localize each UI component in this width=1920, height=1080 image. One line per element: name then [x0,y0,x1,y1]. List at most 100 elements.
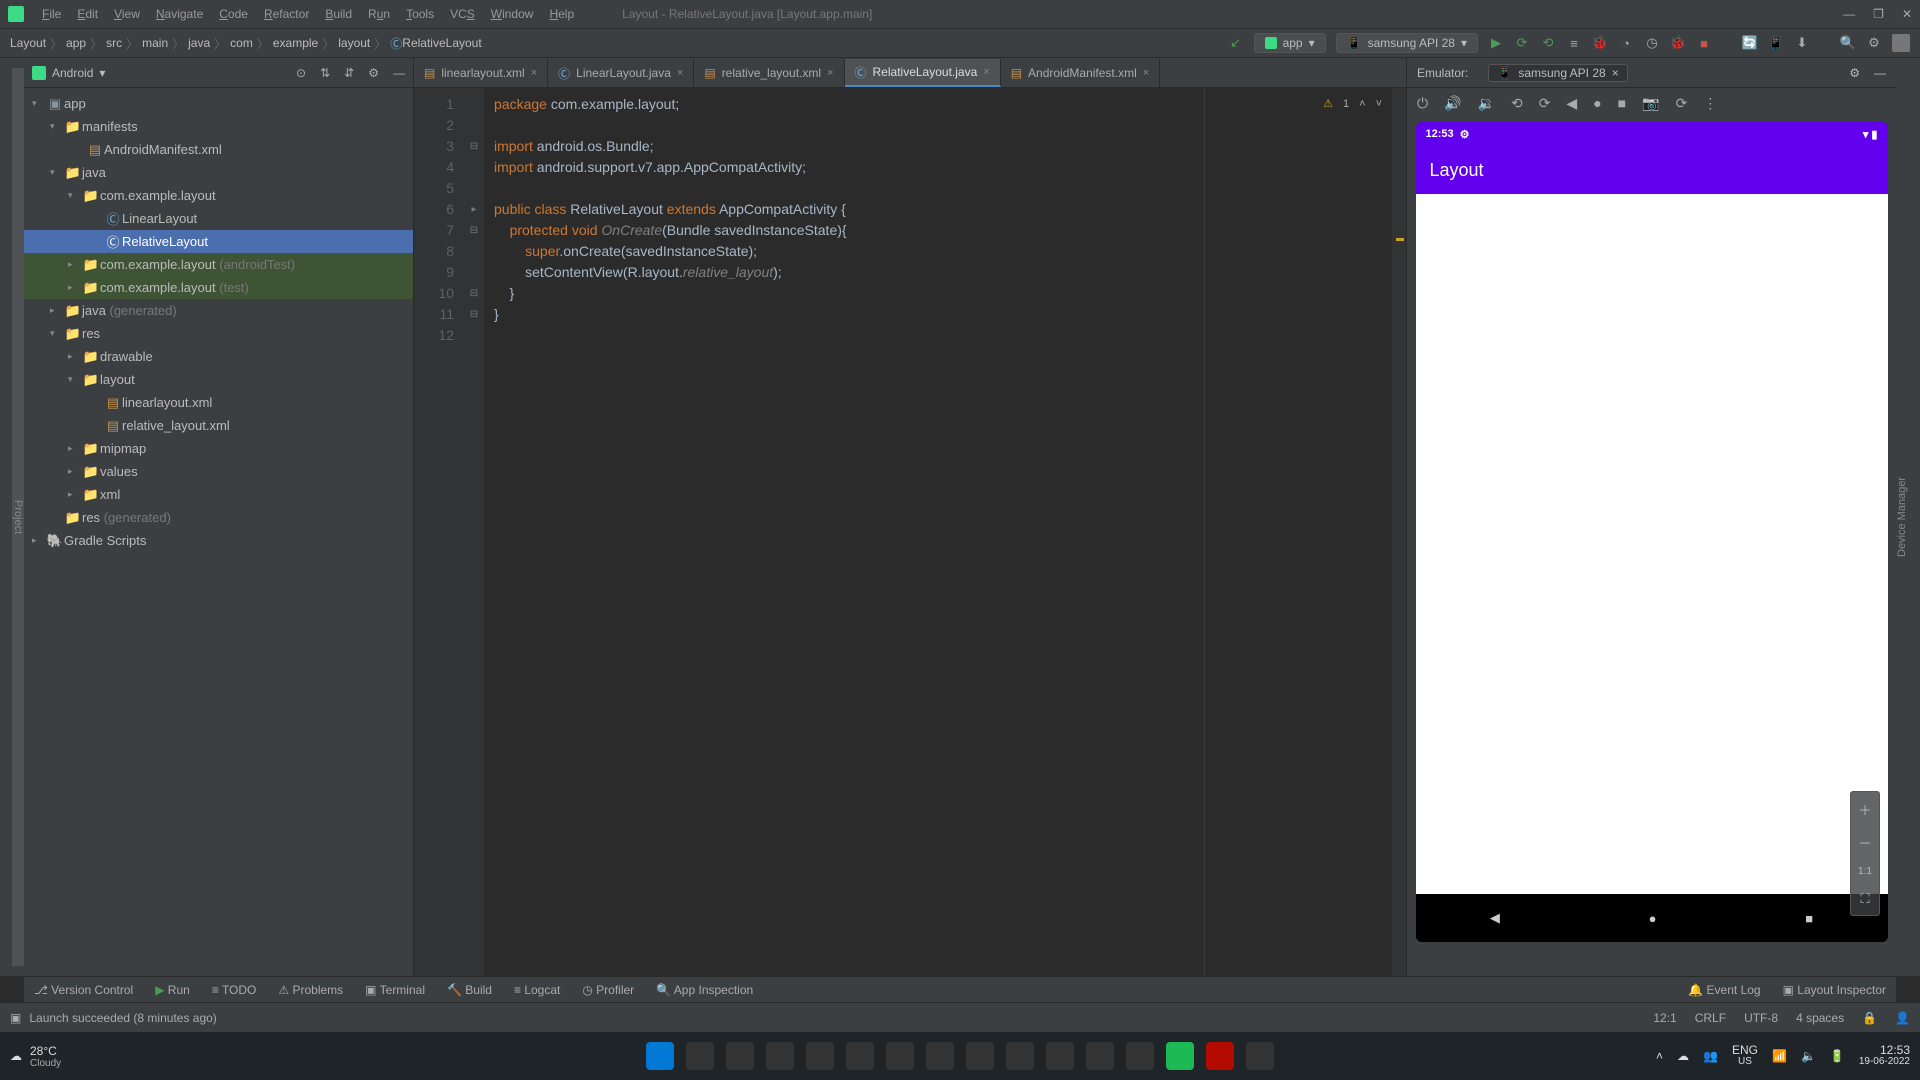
maximize-icon[interactable]: ❐ [1873,7,1884,21]
close-icon[interactable]: × [1143,67,1149,79]
taskbar-app-icon[interactable] [766,1042,794,1070]
tree-values[interactable]: ▸📁values [24,460,413,483]
close-icon[interactable]: × [677,67,683,79]
taskbar-app-icon[interactable] [1086,1042,1114,1070]
emulator-device-tab[interactable]: 📱samsung API 28× [1488,64,1627,82]
tree-relative-layout[interactable]: ⒸRelativeLayout [24,230,413,253]
code-area[interactable]: 123456789101112 ⊟▸⊟⊟⊟ package com.exampl… [414,88,1406,976]
tree-linearlayout-xml[interactable]: ▤linearlayout.xml [24,391,413,414]
menu-code[interactable]: Code [211,7,256,21]
next-highlight-icon[interactable]: ˅ [1376,94,1382,115]
phone-back-icon[interactable]: ◀ [1490,910,1500,926]
sdk-manager-icon[interactable]: ⬇ [1794,35,1810,51]
phone-frame[interactable]: 12:53 ⚙ ▾ ▮ Layout ◀ ● ■ [1416,122,1888,942]
tool-run[interactable]: ▶ Run [155,983,190,997]
tool-logcat[interactable]: ≡ Logcat [514,983,560,997]
start-icon[interactable] [646,1042,674,1070]
tab-linearlayout-java[interactable]: ⒸLinearLayout.java× [548,59,694,87]
menu-vcs[interactable]: VCS [442,7,483,21]
tree-res-generated[interactable]: 📁res (generated) [24,506,413,529]
tool-todo[interactable]: ≡ TODO [212,983,257,997]
run-icon[interactable]: ▶ [1488,35,1504,51]
tree-drawable[interactable]: ▸📁drawable [24,345,413,368]
apply-changes-icon[interactable]: ⟳ [1514,35,1530,51]
pdf-icon[interactable] [1206,1042,1234,1070]
run-config-app[interactable]: app▾ [1254,33,1326,53]
marker-bar[interactable] [1392,88,1406,976]
edge-icon[interactable] [926,1042,954,1070]
tree-app[interactable]: ▾▣app [24,92,413,115]
phone-content[interactable] [1416,194,1888,894]
volume-down-icon[interactable]: 🔉 [1478,95,1495,112]
zoom-actual-label[interactable]: 1:1 [1858,866,1872,877]
tree-manifest-file[interactable]: ▤AndroidManifest.xml [24,138,413,161]
tree-xml-folder[interactable]: ▸📁xml [24,483,413,506]
system-tray[interactable]: ˄ ☁ 👥 ENGUS 📶 🔈 🔋 12:5319-06-2022 [1656,1044,1910,1068]
caret-position[interactable]: 12:1 [1653,1011,1676,1025]
close-icon[interactable]: × [531,67,537,79]
file-explorer-icon[interactable] [846,1042,874,1070]
more-icon[interactable]: ⋮ [1703,95,1717,112]
tree-layout-folder[interactable]: ▾📁layout [24,368,413,391]
tree-res[interactable]: ▾📁res [24,322,413,345]
apply-code-changes-icon[interactable]: ⟲ [1540,35,1556,51]
tool-terminal[interactable]: ▣ Terminal [365,983,425,997]
phone-home-icon[interactable]: ● [1649,911,1657,926]
taskbar-app-icon[interactable] [1246,1042,1274,1070]
vscode-icon[interactable] [1046,1042,1074,1070]
indent-setting[interactable]: 4 spaces [1796,1011,1844,1025]
crumb-2[interactable]: src [106,36,122,50]
tree-manifests[interactable]: ▾📁manifests [24,115,413,138]
code-text[interactable]: package com.example.layout;import androi… [484,88,1392,976]
settings-gear-icon[interactable]: ⚙ [1866,35,1882,51]
menu-navigate[interactable]: Navigate [148,7,211,21]
tool-app-inspection[interactable]: 🔍 App Inspection [656,983,753,997]
read-only-lock-icon[interactable]: 🔒 [1862,1011,1877,1025]
volume-up-icon[interactable]: 🔊 [1444,95,1461,112]
profiler-icon[interactable]: ◷ [1644,35,1660,51]
tree-relativelayout-xml[interactable]: ▤relative_layout.xml [24,414,413,437]
tray-volume-icon[interactable]: 🔈 [1801,1049,1816,1063]
emulator-settings-gear-icon[interactable]: ⚙ [1849,66,1860,80]
power-icon[interactable]: ⏻ [1417,95,1428,112]
menu-refactor[interactable]: Refactor [256,7,317,21]
tab-relativelayout-java[interactable]: ⒸRelativeLayout.java× [845,59,1001,87]
close-icon[interactable]: × [983,66,989,78]
inspections-profile-icon[interactable]: 👤 [1895,1011,1910,1025]
tray-wifi-icon[interactable]: 📶 [1772,1049,1787,1063]
tray-chevron-icon[interactable]: ˄ [1656,1049,1663,1063]
collapse-all-icon[interactable]: ⇵ [344,66,354,80]
minimize-icon[interactable]: ― [1843,7,1855,21]
quick-access-icon[interactable]: ▣ [10,1011,21,1025]
coverage-icon[interactable]: ◔ [1618,35,1634,51]
line-separator[interactable]: CRLF [1695,1011,1726,1025]
tool-build[interactable]: 🔨 Build [447,983,492,997]
stop-icon[interactable]: ■ [1696,35,1712,51]
tray-teams-icon[interactable]: 👥 [1703,1049,1718,1063]
inspection-widget[interactable]: ⚠1˄˅ [1323,94,1382,115]
rotate-right-icon[interactable]: ⟳ [1539,95,1551,112]
tray-battery-icon[interactable]: 🔋 [1830,1049,1845,1063]
hide-panel-icon[interactable]: ― [393,66,405,80]
expand-all-icon[interactable]: ⇅ [320,66,330,80]
home-nav-icon[interactable]: ● [1593,95,1601,111]
tool-problems[interactable]: ⚠ Problems [278,983,343,997]
tool-layout-inspector[interactable]: ▣ Layout Inspector [1783,983,1886,997]
zoom-fit-icon[interactable]: ⛶ [1860,891,1869,907]
tray-lang1[interactable]: ENG [1732,1044,1758,1056]
panel-settings-gear-icon[interactable]: ⚙ [368,66,379,80]
side-tab-device-manager[interactable]: Device Manager [1896,68,1908,966]
attach-debugger-icon[interactable]: 🐞 [1670,35,1686,51]
taskbar-app-icon[interactable] [1126,1042,1154,1070]
tray-time[interactable]: 12:53 [1859,1044,1910,1056]
sync-gradle-icon[interactable]: 🔄 [1742,35,1758,51]
search-taskbar-icon[interactable] [686,1042,714,1070]
zoom-in-icon[interactable]: ＋ [1858,800,1871,819]
back-nav-icon[interactable]: ◀ [1566,95,1577,112]
zoom-out-icon[interactable]: － [1858,833,1871,852]
crumb-8[interactable]: RelativeLayout [402,36,481,50]
prev-highlight-icon[interactable]: ˄ [1359,94,1365,115]
account-icon[interactable] [1892,34,1910,52]
chrome-icon[interactable] [1006,1042,1034,1070]
crumb-0[interactable]: Layout [10,36,46,50]
